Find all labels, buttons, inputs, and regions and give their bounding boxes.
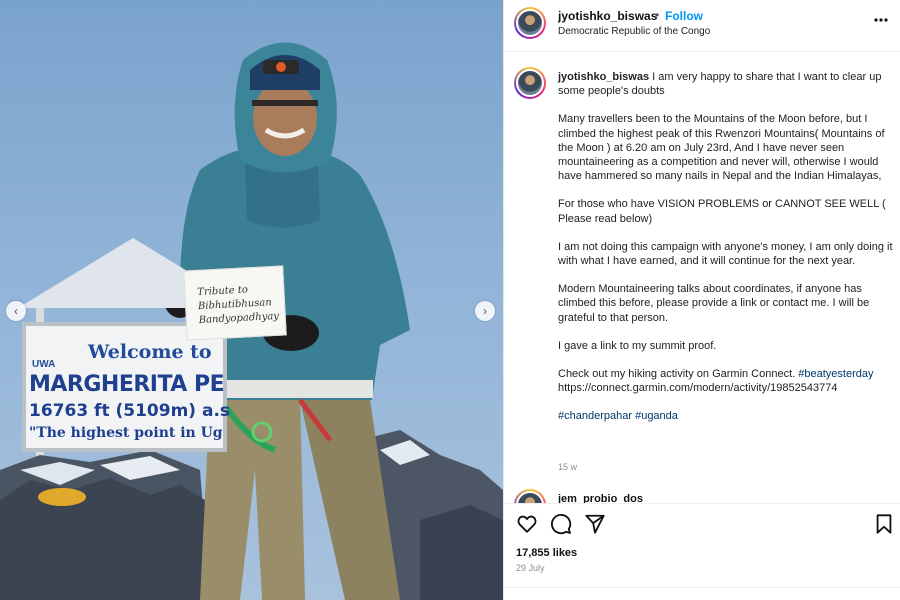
comment-avatar[interactable] — [514, 489, 546, 503]
sign-peak-name: MARGHERITA PE — [29, 372, 225, 397]
comment-icon[interactable] — [550, 513, 572, 535]
add-comment-bar[interactable] — [504, 587, 900, 600]
rocks-right-front — [420, 505, 503, 600]
caption-paragraph-6: Check out my hiking activity on Garmin C… — [558, 367, 895, 395]
avatar-image — [516, 69, 544, 97]
caption-username[interactable]: jyotishko_biswas — [558, 71, 649, 83]
caption-paragraph-3: I am not doing this campaign with anyone… — [558, 240, 893, 268]
more-options-icon[interactable] — [873, 12, 889, 33]
sign-tagline: "The highest point in Ug — [29, 425, 223, 441]
share-icon[interactable] — [584, 513, 606, 535]
separator-dot: • — [655, 8, 660, 22]
caption-paragraph-4: Modern Mountaineering talks about coordi… — [558, 283, 870, 324]
avatar[interactable] — [514, 7, 546, 39]
comments-section[interactable]: jyotishko_biswas I am very happy to shar… — [504, 53, 900, 503]
garmin-link[interactable]: https://connect.garmin.com/modern/activi… — [558, 382, 837, 394]
hashtag-uganda[interactable]: #uganda — [635, 410, 678, 422]
post-caption: jyotishko_biswas I am very happy to shar… — [558, 70, 895, 438]
caption-avatar[interactable] — [514, 67, 546, 99]
bookmark-icon-glyph — [876, 514, 892, 534]
post-actions: 17,855 likes 29 July — [504, 503, 900, 600]
tribute-note: Tribute to Bibhutibhusan Bandyopadhyay — [197, 284, 280, 327]
next-photo-button[interactable]: › — [475, 301, 495, 321]
post-side-panel: jyotishko_biswas • Follow Democratic Rep… — [503, 0, 900, 600]
comment-icon-glyph — [551, 514, 572, 535]
hashtag-chanderpahar[interactable]: #chanderpahar — [558, 410, 632, 422]
comment-username[interactable]: jem_probio_dos — [558, 493, 643, 503]
follow-button[interactable]: Follow — [665, 9, 703, 23]
climber-face — [253, 80, 317, 156]
instagram-post-view: UWA Welcome to MARGHERITA PE 16763 ft (5… — [0, 0, 900, 600]
save-bookmark-icon[interactable] — [873, 513, 895, 535]
caption-timestamp: 15 w — [558, 462, 578, 472]
sign-height: 16763 ft (5109m) a.s — [29, 401, 231, 421]
post-header: jyotishko_biswas • Follow Democratic Rep… — [504, 0, 900, 52]
post-photo[interactable]: UWA Welcome to MARGHERITA PE 16763 ft (5… — [0, 0, 503, 600]
sign-welcome: Welcome to — [88, 341, 212, 363]
yellow-bag — [38, 488, 86, 506]
headlamp-light — [276, 62, 286, 72]
avatar-image — [516, 9, 544, 37]
more-options-icon-glyph — [874, 18, 888, 22]
caption-intro: jyotishko_biswas I am very happy to shar… — [558, 70, 895, 98]
post-date: 29 July — [516, 563, 545, 573]
caption-paragraph-5: I gave a link to my summit proof. — [558, 339, 717, 352]
sign-org: UWA — [32, 359, 56, 370]
harness-belt — [205, 380, 373, 398]
caption-hashtags: #chanderpahar #uganda — [558, 409, 895, 423]
rocks-left-front — [0, 478, 205, 600]
caption-paragraph-1: Many travellers been to the Mountains of… — [558, 113, 885, 183]
author-username[interactable]: jyotishko_biswas — [558, 9, 657, 23]
heart-icon-glyph — [517, 515, 537, 533]
hashtag-beatyesterday[interactable]: #beatyesterday — [798, 368, 873, 380]
previous-photo-button[interactable]: ‹ — [6, 301, 26, 321]
eyes-shadow — [252, 100, 318, 106]
caption-garmin-text: Check out my hiking activity on Garmin C… — [558, 368, 796, 381]
share-icon-glyph — [585, 514, 605, 534]
avatar-image — [516, 491, 544, 503]
likes-count[interactable]: 17,855 likes — [516, 547, 577, 559]
like-heart-icon[interactable] — [516, 513, 538, 535]
caption-paragraph-2: For those who have VISION PROBLEMS or CA… — [558, 198, 886, 225]
post-location[interactable]: Democratic Republic of the Congo — [558, 26, 710, 37]
